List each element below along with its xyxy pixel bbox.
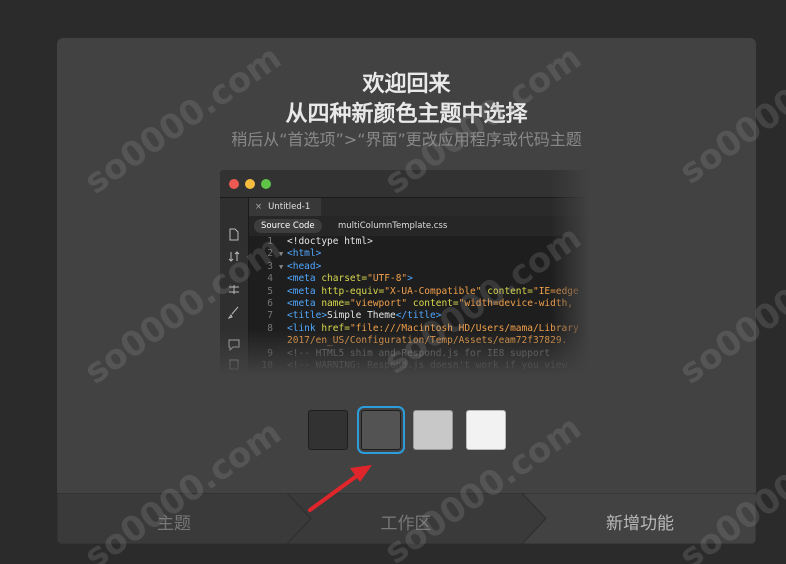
sort-icon	[226, 250, 242, 264]
code-line: 1 <!doctype html>	[249, 236, 590, 248]
code-token: >	[407, 273, 413, 285]
code-line: 6 <meta name="viewport" content="width=de…	[249, 298, 590, 310]
line-number: 7	[267, 310, 273, 322]
code-token: name=	[321, 297, 350, 309]
welcome-subtitle: 稍后从“首选项”>“界面”更改应用程序或代码主题	[231, 130, 582, 149]
welcome-dialog: 欢迎回来 从四种新颜色主题中选择 稍后从“首选项”>“界面”更改应用程序或代码主…	[57, 38, 756, 544]
preview-fade-right	[550, 170, 590, 376]
close-window-dot	[229, 179, 239, 189]
brush-icon	[226, 306, 242, 320]
theme-swatch-lightest[interactable]	[466, 410, 506, 450]
file-icon	[226, 228, 242, 242]
code-line: 3 ▼ <head>	[249, 261, 590, 273]
line-number: 2	[267, 248, 273, 260]
code-token: "X-UA-Compatible"	[384, 285, 482, 297]
preview-fade	[220, 330, 590, 376]
code-line: 4 <meta charset="UTF-8">	[249, 273, 590, 285]
document-tab-label: Untitled-1	[268, 202, 311, 212]
step-whats-new[interactable]: 新增功能	[565, 509, 715, 534]
source-code-tab: Source Code	[254, 219, 322, 233]
related-files-bar: Source Code multiColumnTemplate.css	[249, 216, 590, 236]
document-tab: × Untitled-1	[249, 198, 321, 216]
code-line: 2 ▼ <html>	[249, 248, 590, 260]
code-token: Simple Theme	[327, 310, 396, 322]
theme-swatch-dark-selected[interactable]	[357, 406, 405, 454]
code-token: http-equiv=	[321, 285, 385, 297]
css-file-tab: multiColumnTemplate.css	[338, 221, 448, 231]
code-token: <!doctype html>	[287, 236, 373, 247]
fold-icon: ▼	[279, 250, 284, 259]
code-token: <head>	[287, 260, 322, 272]
code-line: 7 <title>Simple Theme</title>	[249, 310, 590, 322]
zoom-window-dot	[261, 179, 271, 189]
line-number: 5	[267, 285, 273, 297]
line-number: 3	[267, 260, 273, 272]
step-navigation: 主题 工作区 新增功能	[57, 493, 756, 544]
minimize-window-dot	[245, 179, 255, 189]
code-token: <title>	[287, 310, 328, 322]
step-theme[interactable]: 主题	[99, 509, 249, 534]
document-tabbar: × Untitled-1	[249, 198, 590, 216]
code-token: content=	[481, 285, 533, 297]
welcome-heading: 从四种新颜色主题中选择	[285, 102, 528, 127]
code-token: </title>	[395, 310, 442, 322]
code-token: <meta	[287, 297, 322, 309]
code-token: content=	[407, 297, 459, 309]
welcome-title: 欢迎回来	[362, 72, 451, 97]
code-line: 5 <meta http-equiv="X-UA-Compatible" cont…	[249, 286, 590, 298]
close-icon: ×	[255, 202, 263, 212]
code-token: charset=	[321, 273, 368, 285]
code-token: <meta	[287, 285, 322, 297]
preview-titlebar	[220, 170, 590, 198]
fold-icon: ▼	[279, 262, 284, 271]
expand-icon	[226, 283, 242, 297]
line-number: 1	[267, 236, 273, 247]
code-token: "viewport"	[349, 297, 408, 309]
theme-preview: × Untitled-1 Source Code multiColumnTempl…	[220, 170, 590, 376]
theme-swatch-darkest[interactable]	[308, 410, 348, 450]
step-workspace[interactable]: 工作区	[331, 509, 481, 534]
code-token: <meta	[287, 273, 322, 285]
code-token: <html>	[287, 248, 322, 260]
line-number: 4	[267, 273, 273, 285]
theme-swatch-light[interactable]	[413, 410, 453, 450]
line-number: 6	[267, 297, 273, 309]
code-token: "UTF-8"	[367, 273, 408, 285]
